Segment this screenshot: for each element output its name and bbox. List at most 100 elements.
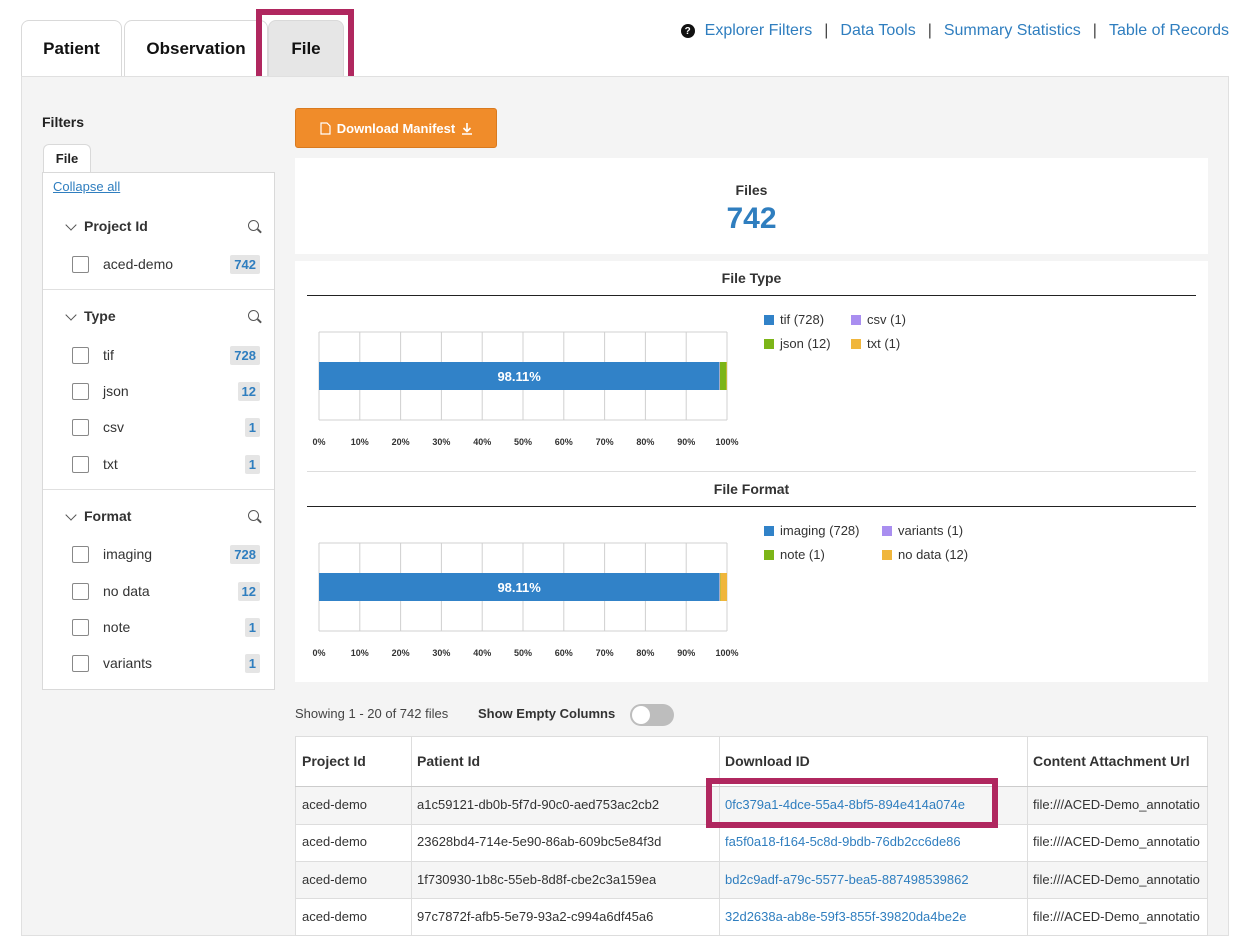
table-cell: file:///ACED-Demo_annotatio — [1033, 872, 1200, 887]
legend-item[interactable]: json (12) — [764, 336, 831, 351]
bar-segment-no-data — [720, 573, 727, 601]
filter-option-count: 12 — [237, 381, 260, 401]
legend-item[interactable]: txt (1) — [851, 336, 900, 351]
table-cell: 23628bd4-714e-5e90-86ab-609bc5e84f3d — [417, 834, 662, 849]
table-cell: 1f730930-1b8c-55eb-8d8f-cbe2c3a159ea — [417, 872, 657, 887]
filter-option[interactable]: json 12 — [72, 381, 260, 401]
bar-segment-variants — [719, 573, 720, 601]
legend-item[interactable]: tif (728) — [764, 312, 824, 327]
x-tick-label: 20% — [392, 648, 410, 658]
x-tick-label: 80% — [636, 437, 654, 447]
filter-section-title[interactable]: Type — [84, 308, 116, 324]
filter-option[interactable]: csv 1 — [72, 417, 260, 437]
bar-label: 98.11% — [497, 580, 541, 595]
checkbox[interactable] — [72, 382, 89, 400]
filter-option[interactable]: aced-demo 742 — [72, 254, 260, 274]
filter-option-label: txt — [103, 456, 118, 472]
table-cell: a1c59121-db0b-5f7d-90c0-aed753ac2cb2 — [417, 797, 660, 812]
legend-swatch — [764, 525, 774, 536]
download-id-link[interactable]: 32d2638a-ab8e-59f3-855f-39820da4be2e — [725, 909, 966, 924]
showing-count: Showing 1 - 20 of 742 files — [295, 706, 449, 721]
filter-option[interactable]: variants 1 — [72, 653, 260, 673]
x-tick-label: 30% — [432, 648, 450, 658]
legend-label: imaging (728) — [780, 523, 860, 538]
download-manifest-button[interactable]: Download Manifest — [295, 108, 497, 148]
legend-item[interactable]: csv (1) — [851, 312, 906, 327]
data-tools-link[interactable]: Data Tools — [840, 22, 915, 40]
filter-option[interactable]: tif 728 — [72, 345, 260, 365]
checkbox[interactable] — [72, 455, 89, 473]
filter-option-label: note — [103, 619, 131, 635]
table-of-records-link[interactable]: Table of Records — [1109, 22, 1229, 40]
collapse-all-link[interactable]: Collapse all — [53, 179, 120, 194]
checkbox[interactable] — [72, 582, 89, 600]
chart-rule — [307, 295, 1196, 296]
legend-item[interactable]: no data (12) — [882, 547, 968, 562]
x-tick-label: 0% — [312, 437, 325, 447]
separator: | — [824, 22, 829, 39]
filter-option-count: 1 — [244, 454, 260, 474]
file-format-chart: 98.11% 0% 10% 20% 30% 40% 50% 60% 70% 80% 90% 100% — [312, 542, 739, 658]
filter-option[interactable]: txt 1 — [72, 454, 260, 474]
checkbox[interactable] — [72, 346, 89, 364]
column-header[interactable]: Patient Id — [417, 736, 480, 786]
filter-option[interactable]: imaging 728 — [72, 544, 260, 564]
x-tick-label: 100% — [715, 437, 738, 447]
search-icon[interactable] — [248, 510, 259, 521]
legend-item[interactable]: note (1) — [764, 547, 825, 562]
x-tick-label: 60% — [555, 648, 573, 658]
legend-item[interactable]: variants (1) — [882, 523, 963, 538]
checkbox[interactable] — [72, 654, 89, 672]
bar-label: 98.11% — [497, 369, 541, 384]
filter-option-label: variants — [103, 655, 153, 671]
column-header[interactable]: Content Attachment Url — [1033, 736, 1190, 786]
column-header[interactable]: Project Id — [302, 736, 366, 786]
filter-option[interactable]: note 1 — [72, 617, 260, 637]
x-tick-label: 70% — [596, 437, 614, 447]
chart-rule — [307, 506, 1196, 507]
table-cell: 97c7872f-afb5-5e79-93a2-c994a6df45a6 — [417, 909, 654, 924]
separator: | — [1092, 22, 1097, 39]
search-icon[interactable] — [248, 220, 259, 231]
filter-option-label: imaging — [103, 546, 153, 562]
x-tick-label: 50% — [514, 437, 532, 447]
checkbox[interactable] — [72, 255, 89, 273]
filter-tab-file[interactable]: File — [43, 144, 91, 172]
x-tick-label: 90% — [677, 648, 695, 658]
filter-option-label: json — [103, 383, 129, 399]
file-icon — [320, 121, 331, 135]
legend-label: note (1) — [780, 547, 825, 562]
download-id-link[interactable]: fa5f0a18-f164-5c8d-9bdb-76db2cc6de86 — [725, 834, 961, 849]
legend-item[interactable]: imaging (728) — [764, 523, 860, 538]
x-tick-label: 80% — [636, 648, 654, 658]
x-tick-label: 10% — [351, 648, 369, 658]
search-icon[interactable] — [248, 310, 259, 321]
tab-label: Observation — [146, 38, 246, 58]
checkbox[interactable] — [72, 418, 89, 436]
show-empty-columns-toggle[interactable] — [630, 704, 674, 726]
summary-statistics-link[interactable]: Summary Statistics — [944, 22, 1081, 40]
table-cell: aced-demo — [302, 909, 368, 924]
explorer-filters-link[interactable]: Explorer Filters — [705, 22, 813, 40]
filter-option[interactable]: no data 12 — [72, 581, 260, 601]
filter-option-label: tif — [103, 347, 114, 363]
filter-section-title[interactable]: Format — [84, 508, 131, 524]
highlight-box — [706, 778, 998, 828]
legend-label: txt (1) — [867, 336, 901, 351]
checkbox[interactable] — [72, 618, 89, 636]
tab-patient[interactable]: Patient — [21, 20, 122, 76]
chart-title: File Format — [713, 481, 790, 497]
top-links: ? Explorer Filters | Data Tools | Summar… — [680, 20, 1229, 42]
download-id-link[interactable]: bd2c9adf-a79c-5577-bea5-887498539862 — [725, 872, 969, 887]
filter-option-label: no data — [103, 583, 150, 599]
x-tick-label: 50% — [514, 648, 532, 658]
legend-label: json (12) — [780, 336, 831, 351]
checkbox[interactable] — [72, 545, 89, 563]
filter-option-label: csv — [103, 419, 124, 435]
filter-option-count: 12 — [237, 581, 260, 601]
filter-option-count: 742 — [230, 254, 260, 274]
filter-option-count: 1 — [244, 617, 260, 637]
filter-section-title[interactable]: Project Id — [84, 218, 148, 234]
tab-observation[interactable]: Observation — [124, 20, 268, 76]
help-icon[interactable]: ? — [680, 24, 695, 38]
